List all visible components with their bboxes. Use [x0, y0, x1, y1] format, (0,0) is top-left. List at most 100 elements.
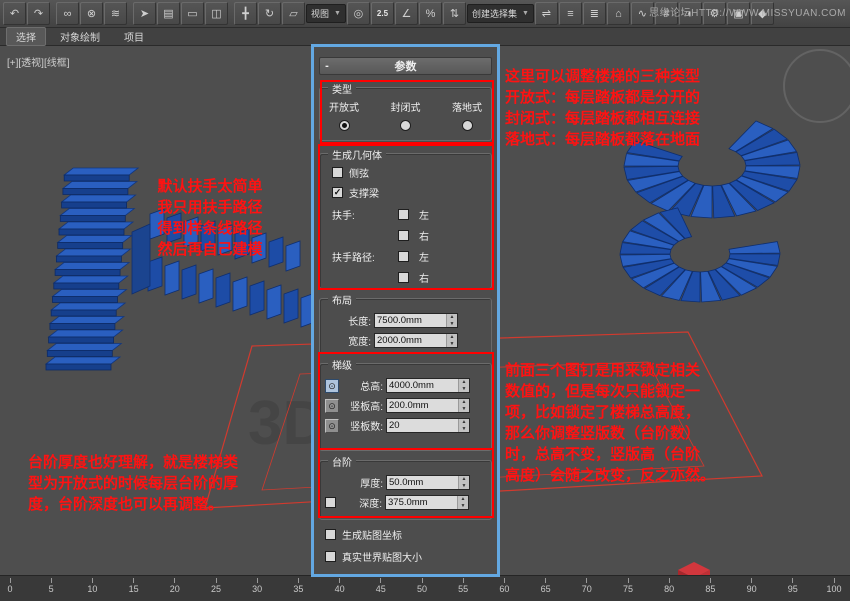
toolbar-separator	[229, 4, 233, 24]
select-link-icon[interactable]: ∞	[56, 2, 79, 25]
width-spinner[interactable]: 2000.0mm ▲▼	[374, 333, 458, 348]
type-option-open[interactable]: 开放式	[329, 99, 359, 131]
radio-closed[interactable]	[400, 120, 411, 131]
length-label: 长度:	[325, 313, 371, 328]
rollout-collapse-button[interactable]: -	[320, 60, 334, 72]
width-label: 宽度:	[325, 333, 371, 348]
mirror-icon[interactable]: ⇌	[535, 2, 558, 25]
timeline-tick: 90	[737, 578, 767, 594]
straight-stairs	[55, 263, 129, 270]
spiral-stairs	[729, 242, 780, 254]
spinner-down-icon[interactable]: ▼	[459, 483, 469, 490]
pin-lock-overall-button[interactable]: ⊙	[325, 379, 339, 393]
handrail-right-checkbox[interactable]	[398, 230, 409, 241]
stringers-row[interactable]: 侧弦	[332, 165, 486, 180]
spinner-down-icon[interactable]: ▼	[459, 386, 469, 393]
length-spinner[interactable]: 7500.0mm ▲▼	[374, 313, 458, 328]
rect-selection-region-icon[interactable]: ▭	[181, 2, 204, 25]
straight-stairs	[50, 324, 115, 330]
spinner-down-icon[interactable]: ▼	[459, 406, 469, 413]
spinner-arrows[interactable]: ▲▼	[458, 419, 469, 432]
annotation-line: 数值的，但是每次只能锁定一	[505, 381, 845, 402]
spinner-snap-icon[interactable]: ⇅	[443, 2, 466, 25]
railpath-right-checkbox[interactable]	[398, 272, 409, 283]
depth-checkbox[interactable]	[325, 497, 336, 508]
bind-spacewarp-icon[interactable]: ≋	[104, 2, 127, 25]
stringers-label: 侧弦	[349, 165, 369, 180]
riser-count-spinner[interactable]: 20 ▲▼	[386, 418, 470, 433]
radio-box[interactable]	[462, 120, 473, 131]
unlink-icon[interactable]: ⊗	[80, 2, 103, 25]
viewport-label[interactable]: [+][透视][线框]	[7, 54, 70, 69]
riser-height-label: 竖板高:	[341, 398, 383, 413]
dropdown-caret-icon: ▼	[522, 10, 529, 17]
riser-height-spinner[interactable]: 200.0mm ▲▼	[386, 398, 470, 413]
angle-snap-icon[interactable]: ∠	[395, 2, 418, 25]
spinner-arrows[interactable]: ▲▼	[457, 496, 468, 509]
carriage-checkbox[interactable]: ✓	[332, 187, 343, 198]
align-icon[interactable]: ≡	[559, 2, 582, 25]
thickness-label: 厚度:	[341, 475, 383, 490]
ribbon-tab-2[interactable]: 对象绘制	[50, 27, 110, 46]
radio-open[interactable]	[339, 120, 350, 131]
type-group-title: 类型	[328, 81, 356, 96]
thickness-spinner[interactable]: 50.0mm ▲▼	[386, 475, 470, 490]
spinner-arrows[interactable]: ▲▼	[458, 379, 469, 392]
rotate-icon[interactable]: ↻	[258, 2, 281, 25]
carriage-row[interactable]: ✓ 支撑梁	[332, 185, 486, 200]
stringers-checkbox[interactable]	[332, 167, 343, 178]
timeline-tick-mark	[51, 578, 52, 583]
generate-geometry-group: 生成几何体 侧弦 ✓ 支撑梁 扶手: 左 右 扶手路径: 左 右	[319, 153, 492, 289]
snap-toggle-button[interactable]: 2.5	[371, 2, 394, 25]
spinner-down-icon[interactable]: ▼	[447, 341, 457, 348]
undo-icon[interactable]: ↶	[3, 2, 26, 25]
geometry-group-title: 生成几何体	[328, 147, 386, 162]
depth-spinner[interactable]: 375.0mm ▲▼	[385, 495, 469, 510]
width-value: 2000.0mm	[375, 334, 446, 347]
reference-coordinate-dropdown[interactable]: 视图▼	[306, 4, 346, 23]
named-selection-set-dropdown[interactable]: 创建选择集▼	[467, 4, 534, 23]
layer-manager-icon[interactable]: ≣	[583, 2, 606, 25]
annotation-types: 这里可以调整楼梯的三种类型开放式：每层踏板都是分开的封闭式：每层踏板都相互连接落…	[505, 66, 845, 150]
straight-stairs	[51, 303, 125, 310]
length-row: 长度: 7500.0mm ▲▼	[325, 313, 486, 328]
graphite-ribbon-icon[interactable]: ⌂	[607, 2, 630, 25]
select-by-name-icon[interactable]: ▤	[157, 2, 180, 25]
spinner-arrows[interactable]: ▲▼	[446, 314, 457, 327]
overall-value: 4000.0mm	[387, 379, 458, 392]
generate-mapping-row[interactable]: 生成贴图坐标	[325, 527, 492, 542]
spinner-down-icon[interactable]: ▼	[458, 503, 468, 510]
spinner-arrows[interactable]: ▲▼	[458, 399, 469, 412]
select-object-icon[interactable]: ➤	[133, 2, 156, 25]
handrail-left-checkbox[interactable]	[398, 209, 409, 220]
straight-stairs	[47, 351, 112, 357]
railpath-left-checkbox[interactable]	[398, 251, 409, 262]
spinner-down-icon[interactable]: ▼	[447, 321, 457, 328]
scale-icon[interactable]: ▱	[282, 2, 305, 25]
type-option-closed[interactable]: 封闭式	[391, 99, 421, 131]
spinner-arrows[interactable]: ▲▼	[446, 334, 457, 347]
redo-icon[interactable]: ↷	[27, 2, 50, 25]
ribbon-tab-1[interactable]: 选择	[6, 27, 46, 46]
spinner-arrows[interactable]: ▲▼	[458, 476, 469, 489]
realworld-map-checkbox[interactable]	[325, 551, 336, 562]
timeline-tick-label: 75	[613, 584, 643, 594]
overall-height-row: ⊙ 总高: 4000.0mm ▲▼	[325, 378, 486, 393]
move-icon[interactable]: ╋	[234, 2, 257, 25]
annotation-line: 封闭式：每层踏板都相互连接	[505, 108, 845, 129]
timeline-ruler[interactable]: 0510152025303540455055606570758085909510…	[0, 575, 850, 601]
use-pivot-center-icon[interactable]: ◎	[347, 2, 370, 25]
timeline-tick-mark	[710, 578, 711, 583]
overall-height-spinner[interactable]: 4000.0mm ▲▼	[386, 378, 470, 393]
pin-lock-riser-height-button[interactable]: ⊙	[325, 399, 339, 413]
generate-mapping-checkbox[interactable]	[325, 529, 336, 540]
window-crossing-icon[interactable]: ◫	[205, 2, 228, 25]
ribbon-tab-3[interactable]: 项目	[114, 27, 154, 46]
rollout-header[interactable]: - 参数	[319, 57, 492, 75]
pin-lock-riser-count-button[interactable]: ⊙	[325, 419, 339, 433]
spinner-down-icon[interactable]: ▼	[459, 426, 469, 433]
type-option-box[interactable]: 落地式	[452, 99, 482, 131]
realworld-map-row[interactable]: 真实世界贴图大小	[325, 549, 492, 564]
percent-snap-icon[interactable]: %	[419, 2, 442, 25]
timeline-tick: 60	[489, 578, 519, 594]
